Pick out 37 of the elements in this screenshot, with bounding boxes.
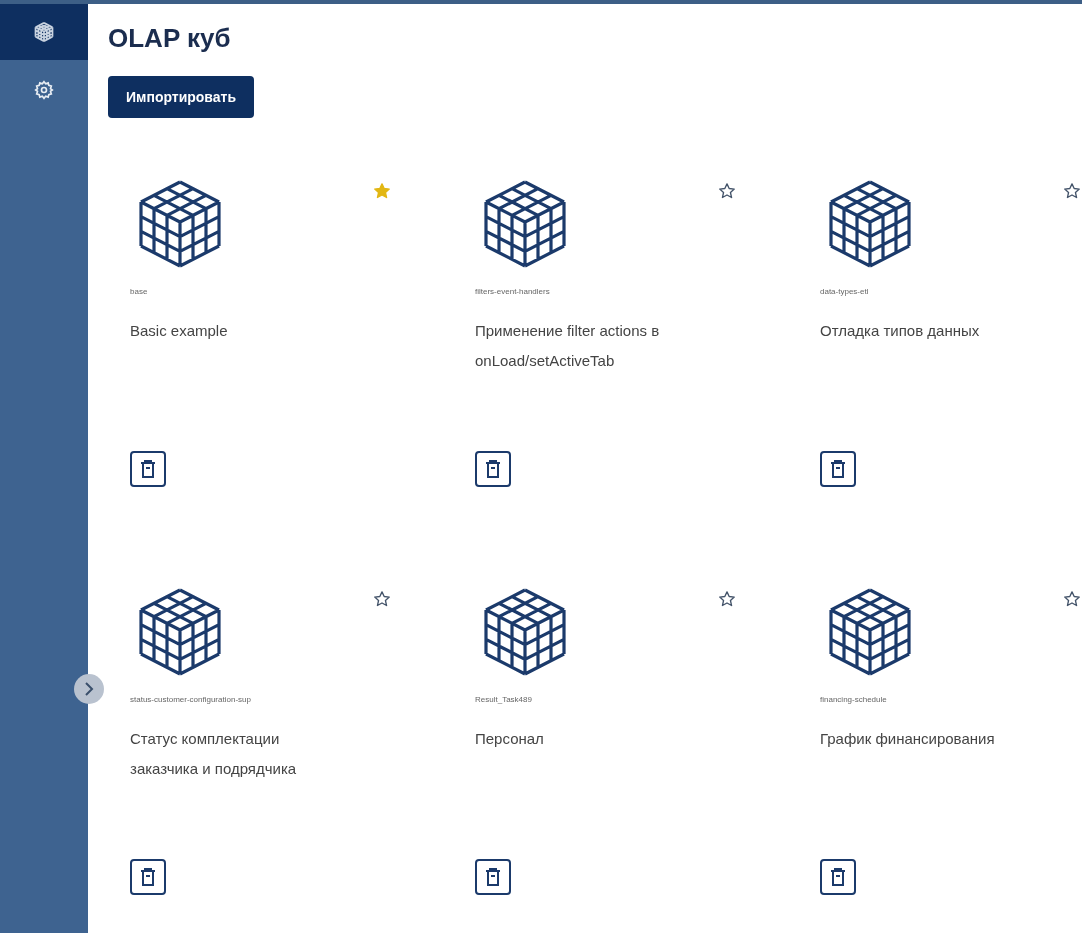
delete-button[interactable] xyxy=(820,859,856,895)
delete-button[interactable] xyxy=(475,859,511,895)
trash-icon xyxy=(829,459,847,479)
cube-code: data-types-etl xyxy=(820,286,869,298)
chevron-right-icon xyxy=(84,682,94,696)
import-button[interactable]: Импортировать xyxy=(108,76,255,118)
cube-icon xyxy=(34,22,54,42)
expand-sidebar-button[interactable] xyxy=(74,674,104,704)
cube-title[interactable]: Применение filter actions в onLoad/setActiveTab xyxy=(475,316,680,376)
delete-button[interactable] xyxy=(130,859,166,895)
trash-icon xyxy=(484,459,502,479)
cube-title[interactable]: Отладка типов данных xyxy=(820,316,1025,376)
delete-button[interactable] xyxy=(130,451,166,487)
trash-icon xyxy=(829,867,847,887)
trash-icon xyxy=(139,867,157,887)
cube-code: status-customer-configuration-sup xyxy=(130,694,251,706)
star-icon[interactable] xyxy=(373,590,391,608)
cube-title[interactable]: Персонал xyxy=(475,724,680,784)
cube-code: filters-event-handlers xyxy=(475,286,550,298)
cube-nav-item[interactable] xyxy=(0,4,88,60)
star-icon[interactable] xyxy=(1063,182,1081,200)
cube-title[interactable]: Basic example xyxy=(130,316,335,376)
delete-button[interactable] xyxy=(820,451,856,487)
page-title: OLAP куб xyxy=(108,22,232,55)
trash-icon xyxy=(484,867,502,887)
star-icon[interactable] xyxy=(718,182,736,200)
trash-icon xyxy=(139,459,157,479)
cube-title[interactable]: Статус комплектации заказчика и подрядчика xyxy=(130,724,335,784)
delete-button[interactable] xyxy=(475,451,511,487)
cube-code: base xyxy=(130,286,148,298)
cube-code: Result_Task489 xyxy=(475,694,532,706)
cube-title[interactable]: График финансирования xyxy=(820,724,1025,784)
settings-icon xyxy=(34,80,54,100)
star-icon[interactable] xyxy=(718,590,736,608)
star-icon[interactable] xyxy=(373,182,391,200)
star-icon[interactable] xyxy=(1063,590,1081,608)
cube-code: financing-schedule xyxy=(820,694,887,706)
